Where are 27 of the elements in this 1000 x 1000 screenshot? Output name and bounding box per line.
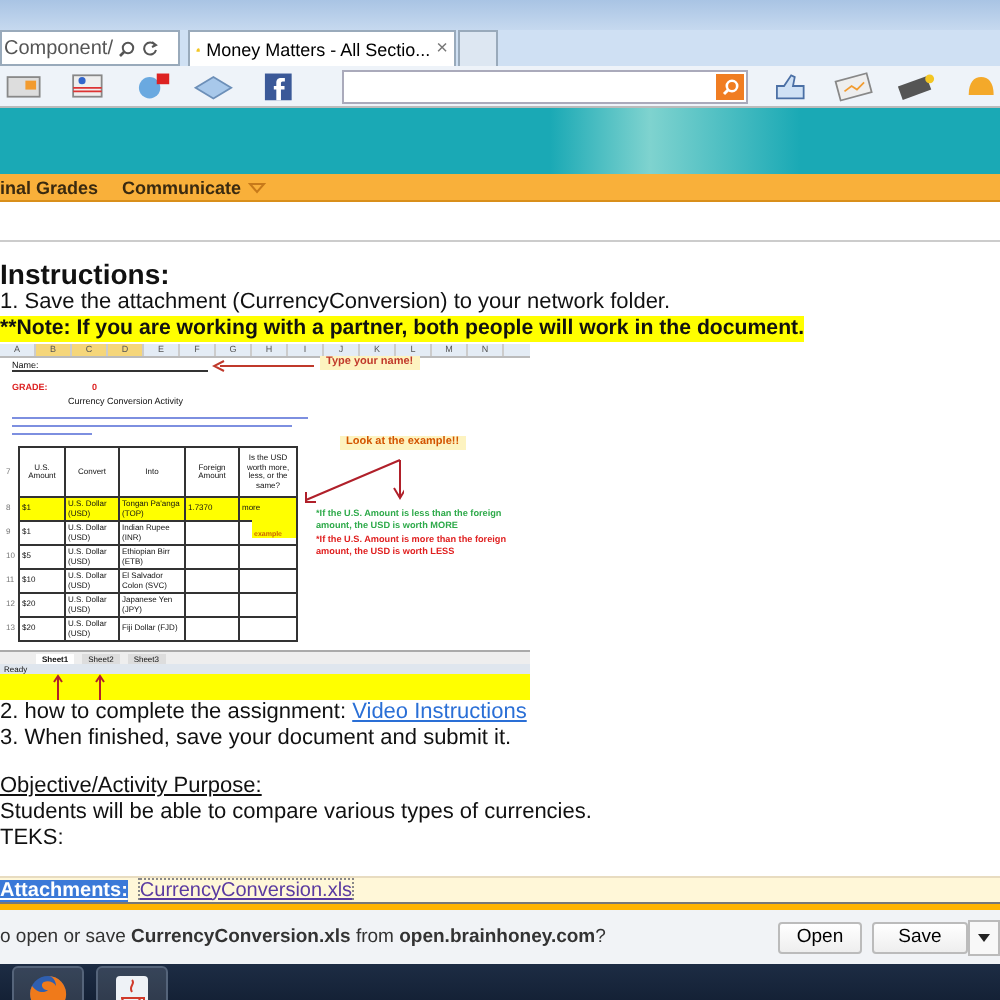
instructions-heading: Instructions: bbox=[0, 258, 172, 290]
caret-icon bbox=[978, 933, 990, 941]
step-text: 3. When finished, save your document and submit it. bbox=[0, 726, 514, 752]
open-button[interactable]: Open bbox=[778, 921, 862, 953]
attachments-label: Attachments: bbox=[0, 879, 128, 901]
close-tab-icon[interactable]: × bbox=[436, 38, 448, 60]
note-text: **Note: If you are working with a partner, both people will work in the document. bbox=[0, 316, 805, 342]
newspaper-icon[interactable] bbox=[4, 70, 47, 102]
download-message: o open or save CurrencyConversion.xls from open.brainhoney.com? bbox=[0, 926, 608, 948]
browser-tab[interactable]: Money Matters - All Sectio... × bbox=[188, 30, 456, 66]
nav-item[interactable]: Communicate bbox=[122, 177, 266, 197]
video-link[interactable]: Video Instructions bbox=[352, 700, 527, 724]
nav-item[interactable]: inal Grades bbox=[0, 177, 99, 197]
objective-text: Students will be able to compare various types of currencies. bbox=[0, 800, 594, 826]
chart-card-icon[interactable] bbox=[831, 70, 875, 102]
save-button[interactable]: Save bbox=[872, 921, 968, 953]
dropdown-button[interactable] bbox=[968, 919, 1000, 955]
refresh-icon[interactable] bbox=[142, 40, 159, 56]
teks-label: TEKS: bbox=[0, 826, 66, 852]
address-field[interactable]: Component/ bbox=[0, 30, 180, 66]
step-text: 2. how to complete the assignment: Video Instructions bbox=[0, 700, 529, 726]
objective-heading: Objective/Activity Purpose: bbox=[0, 774, 264, 800]
step-text: 1. Save the attachment (CurrencyConversion) to your network folder. bbox=[0, 290, 673, 316]
arrows-drawing bbox=[300, 458, 404, 506]
search-field[interactable] bbox=[341, 69, 749, 103]
arrow-icon bbox=[212, 360, 316, 372]
search-icon[interactable] bbox=[118, 39, 137, 57]
